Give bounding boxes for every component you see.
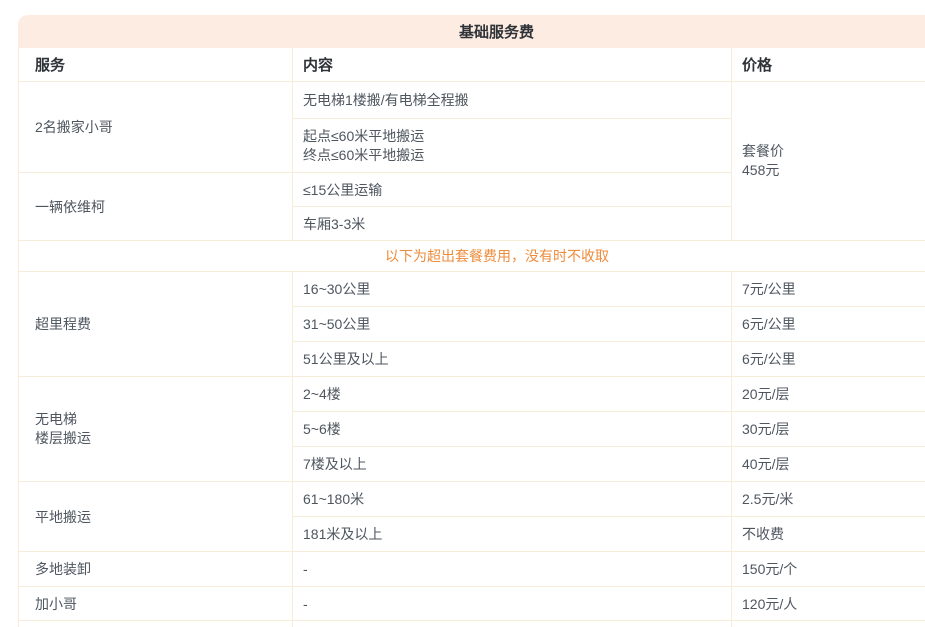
cell-price-stairs-2: 30元/层 [732, 412, 925, 447]
cell-price-flat-1: 2.5元/米 [732, 482, 925, 517]
cell-content-multi-stop: - [293, 552, 732, 587]
cell-service-multi-stop: 多地装卸 [19, 552, 293, 587]
ground-carry-end: 终点≤60米平地搬运 [303, 146, 721, 165]
cell-content-mileage-1: 16~30公里 [293, 272, 732, 307]
cell-content-stairs-2: 5~6楼 [293, 412, 732, 447]
col-header-service: 服务 [19, 48, 293, 82]
cell-content-van-size: 车厢3-3米 [293, 207, 732, 241]
cell-service-stairs: 无电梯 楼层搬运 [19, 377, 293, 482]
cell-content-flat-1: 61~180米 [293, 482, 732, 517]
cell-content-transport-distance: ≤15公里运输 [293, 173, 732, 207]
cell-content-mileage-3: 51公里及以上 [293, 342, 732, 377]
ground-carry-start: 起点≤60米平地搬运 [303, 127, 721, 146]
notice-row: 以下为超出套餐费用，没有时不收取 [19, 241, 925, 272]
package-price-value: 458元 [742, 161, 925, 180]
table-row: 加小哥 - 120元/人 [19, 587, 925, 621]
cell-price-stairs-3: 40元/层 [732, 447, 925, 482]
cell-price-mileage-1: 7元/公里 [732, 272, 925, 307]
table-row-clipped [19, 621, 925, 627]
cell-service-movers: 2名搬家小哥 [19, 82, 293, 173]
notice-text: 以下为超出套餐费用，没有时不收取 [19, 241, 925, 272]
cell-price-multi-stop: 150元/个 [732, 552, 925, 587]
cell-service-extra-worker: 加小哥 [19, 587, 293, 621]
table-row: 平地搬运 61~180米 2.5元/米 [19, 482, 925, 517]
cell-clipped-content [293, 621, 732, 627]
cell-price-mileage-3: 6元/公里 [732, 342, 925, 377]
page: 基础服务费 服务 内容 价格 2名搬家小哥 无电梯1楼搬/有电梯全程搬 套餐价 … [0, 0, 925, 627]
stairs-service-line2: 楼层搬运 [35, 429, 282, 448]
cell-content-stairs-3: 7楼及以上 [293, 447, 732, 482]
cell-service-van: 一辆依维柯 [19, 173, 293, 241]
cell-package-price: 套餐价 458元 [732, 82, 925, 241]
cell-price-flat-2: 不收费 [732, 517, 925, 552]
pricing-table: 服务 内容 价格 2名搬家小哥 无电梯1楼搬/有电梯全程搬 套餐价 458元 起… [18, 48, 925, 627]
cell-content-extra-worker: - [293, 587, 732, 621]
col-header-content: 内容 [293, 48, 732, 82]
table-title: 基础服务费 [459, 21, 534, 42]
cell-content-ground-carry: 起点≤60米平地搬运 终点≤60米平地搬运 [293, 119, 732, 173]
cell-price-extra-worker: 120元/人 [732, 587, 925, 621]
cell-service-mileage: 超里程费 [19, 272, 293, 377]
cell-content-stairs-1: 2~4楼 [293, 377, 732, 412]
table-row: 多地装卸 - 150元/个 [19, 552, 925, 587]
col-header-price: 价格 [732, 48, 925, 82]
cell-service-flat: 平地搬运 [19, 482, 293, 552]
cell-clipped-price [732, 621, 925, 627]
table-row: 2名搬家小哥 无电梯1楼搬/有电梯全程搬 套餐价 458元 [19, 82, 925, 119]
cell-clipped-service [19, 621, 293, 627]
column-header-row: 服务 内容 价格 [19, 48, 925, 82]
cell-content-mileage-2: 31~50公里 [293, 307, 732, 342]
cell-content-flat-2: 181米及以上 [293, 517, 732, 552]
pricing-table-card: 基础服务费 服务 内容 价格 2名搬家小哥 无电梯1楼搬/有电梯全程搬 套餐价 … [18, 15, 925, 627]
cell-price-stairs-1: 20元/层 [732, 377, 925, 412]
cell-content-elevator-move: 无电梯1楼搬/有电梯全程搬 [293, 82, 732, 119]
cell-price-mileage-2: 6元/公里 [732, 307, 925, 342]
table-row: 超里程费 16~30公里 7元/公里 [19, 272, 925, 307]
package-price-label: 套餐价 [742, 142, 925, 161]
stairs-service-line1: 无电梯 [35, 410, 282, 429]
table-title-bar: 基础服务费 [18, 15, 925, 48]
table-row: 无电梯 楼层搬运 2~4楼 20元/层 [19, 377, 925, 412]
